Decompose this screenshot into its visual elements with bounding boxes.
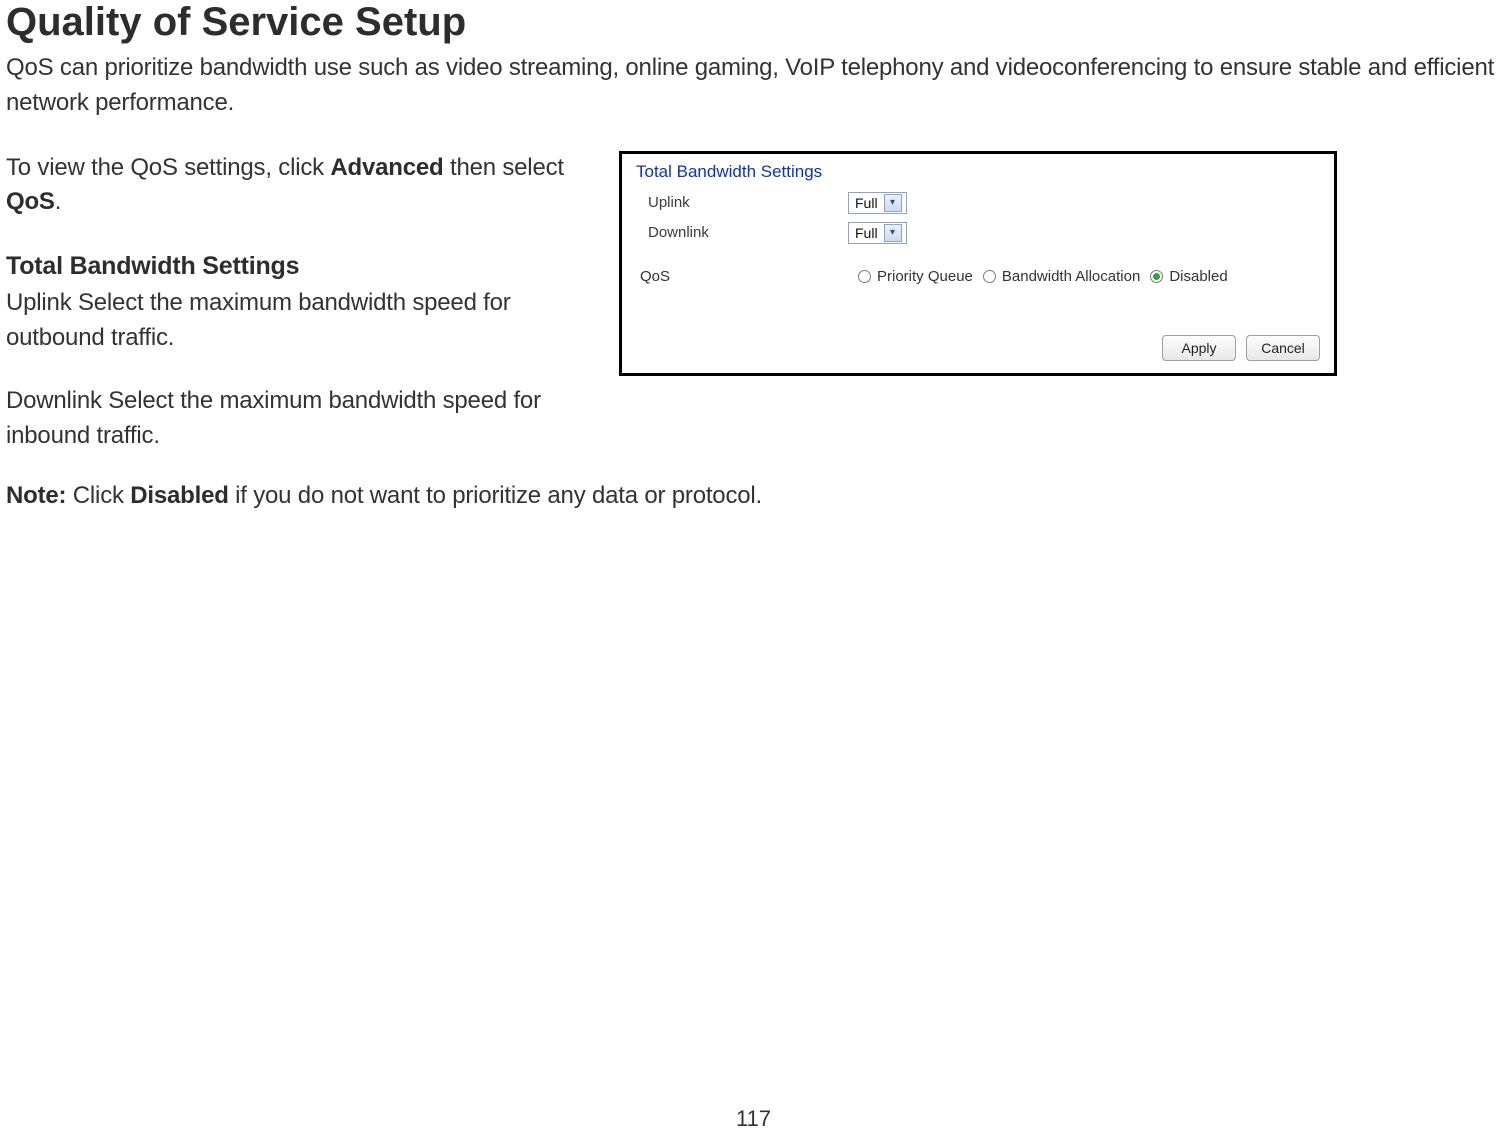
radio-icon	[1150, 270, 1163, 283]
uplink-row: Uplink Full ▾	[648, 192, 1324, 214]
radio-label: Disabled	[1169, 268, 1227, 285]
radio-icon	[983, 270, 996, 283]
cancel-button[interactable]: Cancel	[1246, 335, 1320, 361]
view-instructions: To view the QoS settings, click Advanced…	[6, 151, 591, 221]
uplink-select[interactable]: Full ▾	[848, 192, 907, 214]
radio-label: Bandwidth Allocation	[1002, 268, 1140, 285]
qos-radio-group: Priority Queue Bandwidth Allocation Disa…	[858, 268, 1228, 285]
radio-disabled[interactable]: Disabled	[1150, 268, 1227, 285]
downlink-select-value: Full	[855, 225, 878, 241]
note-line: Note: Click Disabled if you do not want …	[6, 482, 1499, 510]
text: To view the QoS settings, click	[6, 154, 330, 181]
qos-bold: QoS	[6, 188, 55, 215]
qos-label: QoS	[640, 268, 858, 285]
radio-priority-queue[interactable]: Priority Queue	[858, 268, 973, 285]
text: Click	[66, 482, 130, 509]
disabled-bold: Disabled	[130, 482, 228, 509]
text: then select	[444, 154, 564, 181]
note-bold: Note:	[6, 482, 66, 509]
apply-button[interactable]: Apply	[1162, 335, 1236, 361]
radio-bandwidth-allocation[interactable]: Bandwidth Allocation	[983, 268, 1140, 285]
downlink-row: Downlink Full ▾	[648, 222, 1324, 244]
radio-icon	[858, 270, 871, 283]
page-title: Quality of Service Setup	[6, 0, 1507, 45]
intro-paragraph: QoS can prioritize bandwidth use such as…	[6, 51, 1499, 121]
left-column: To view the QoS settings, click Advanced…	[6, 151, 591, 482]
chevron-down-icon: ▾	[884, 224, 902, 242]
button-row: Apply Cancel	[1162, 335, 1320, 361]
uplink-description: Uplink Select the maximum bandwidth spee…	[6, 286, 591, 356]
uplink-select-value: Full	[855, 195, 878, 211]
uplink-label: Uplink	[648, 194, 848, 211]
text: .	[55, 188, 61, 215]
settings-panel: Total Bandwidth Settings Uplink Full ▾ D…	[619, 151, 1337, 376]
page-number: 117	[736, 1106, 771, 1132]
downlink-select[interactable]: Full ▾	[848, 222, 907, 244]
advanced-bold: Advanced	[330, 154, 443, 181]
downlink-description: Downlink Select the maximum bandwidth sp…	[6, 384, 591, 454]
text: if you do not want to prioritize any dat…	[229, 482, 762, 509]
downlink-label: Downlink	[648, 224, 848, 241]
subheading-total-bandwidth: Total Bandwidth Settings	[6, 248, 591, 284]
radio-label: Priority Queue	[877, 268, 973, 285]
chevron-down-icon: ▾	[884, 194, 902, 212]
content-row: To view the QoS settings, click Advanced…	[6, 151, 1507, 482]
qos-row: QoS Priority Queue Bandwidth Allocation …	[636, 268, 1324, 285]
panel-title: Total Bandwidth Settings	[636, 162, 1324, 182]
